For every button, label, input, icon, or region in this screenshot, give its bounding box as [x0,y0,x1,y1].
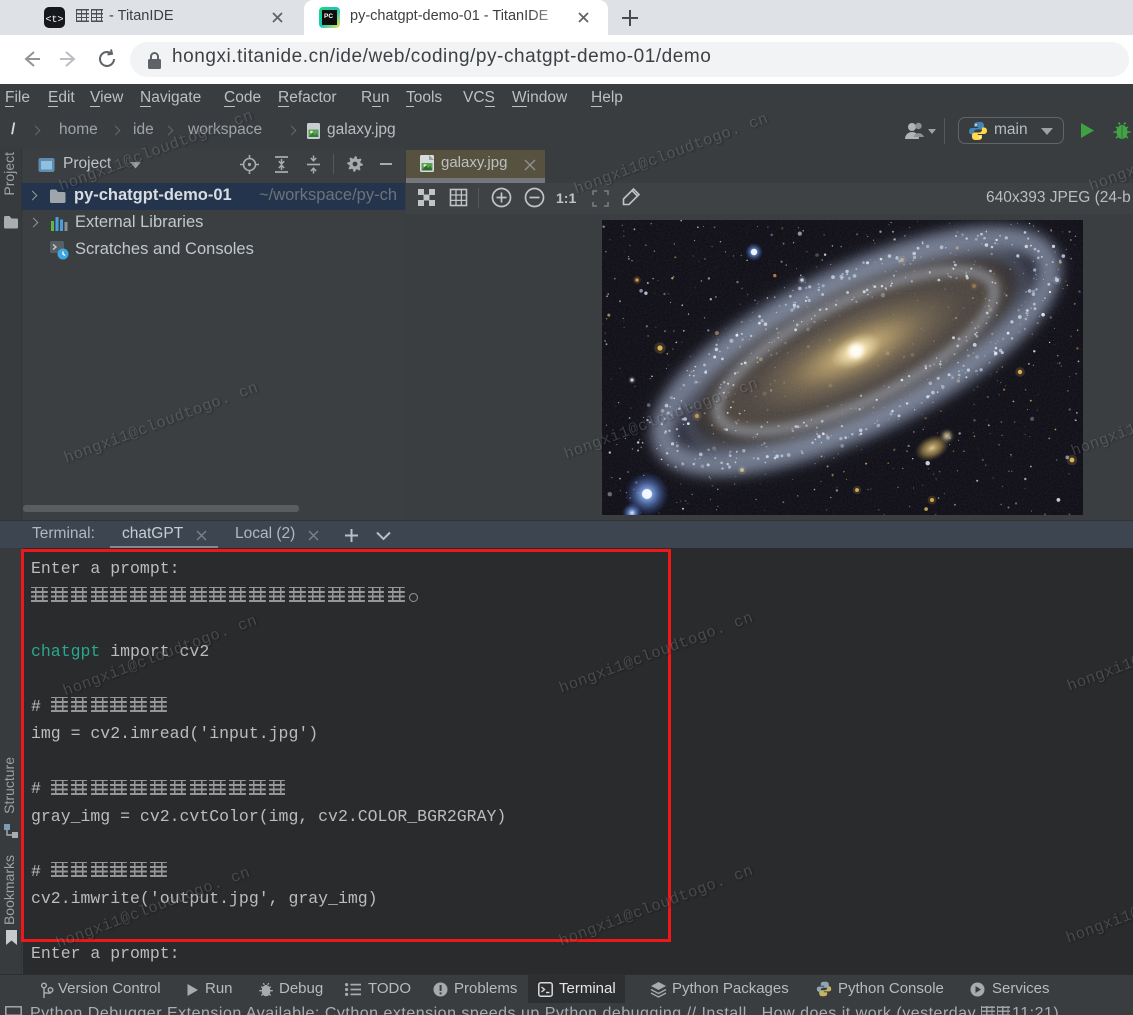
svg-text:PC: PC [324,13,333,20]
svg-text:<t>: <t> [45,15,63,26]
